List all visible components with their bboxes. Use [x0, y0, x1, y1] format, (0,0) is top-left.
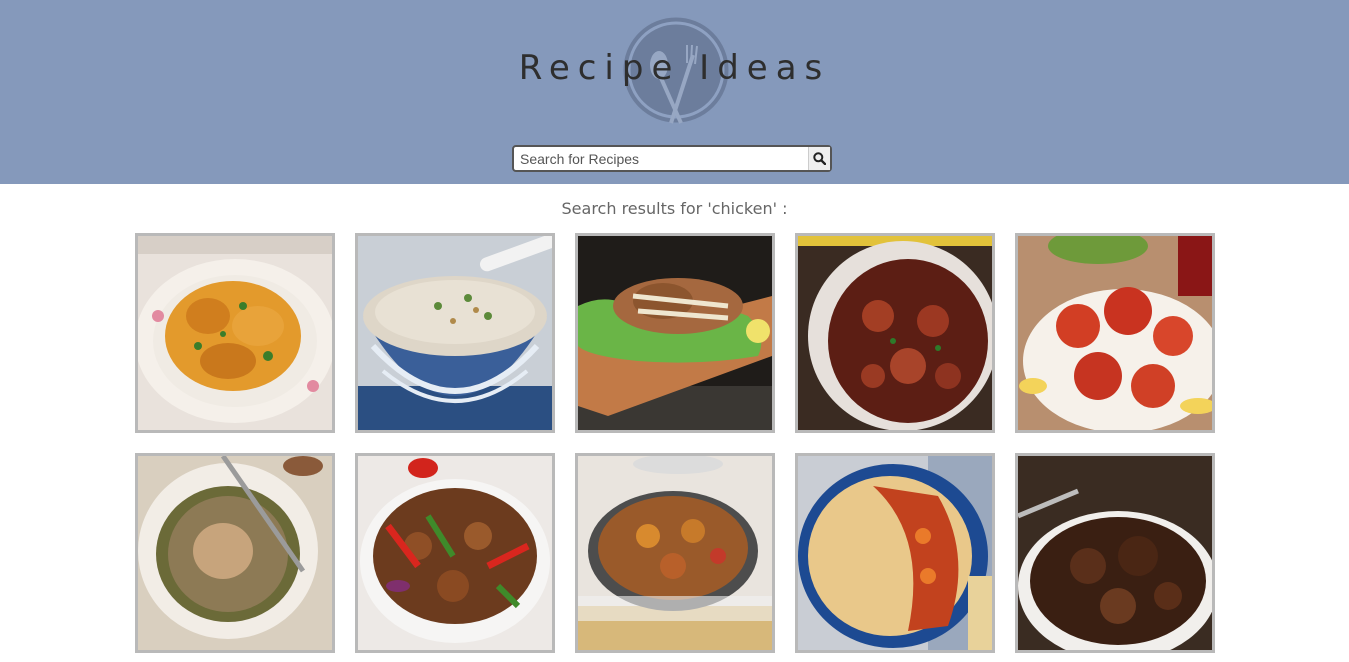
search-input[interactable]: [514, 147, 808, 170]
recipe-photo: [1018, 236, 1212, 430]
search-icon: [813, 152, 826, 165]
recipe-photo: [358, 236, 552, 430]
recipe-card[interactable]: [135, 453, 335, 653]
site-header: Recipe Ideas: [0, 0, 1349, 184]
site-title: Recipe Ideas: [518, 48, 831, 88]
recipe-card[interactable]: [1015, 233, 1215, 433]
recipe-photo: [578, 236, 772, 430]
recipe-photo: [1018, 456, 1212, 650]
results-heading: Search results for 'chicken' :: [561, 199, 788, 218]
recipe-grid: [135, 233, 1215, 653]
recipe-card[interactable]: [575, 233, 775, 433]
recipe-photo: [798, 456, 992, 650]
recipe-card[interactable]: [1015, 453, 1215, 653]
recipe-card[interactable]: [795, 453, 995, 653]
recipe-card[interactable]: [135, 233, 335, 433]
recipe-card[interactable]: [795, 233, 995, 433]
recipe-photo: [358, 456, 552, 650]
recipe-photo: [578, 456, 772, 650]
search-bar: [512, 145, 832, 172]
search-button[interactable]: [808, 147, 830, 170]
recipe-photo: [138, 456, 332, 650]
recipe-card[interactable]: [355, 233, 555, 433]
recipe-photo: [798, 236, 992, 430]
recipe-card[interactable]: [355, 453, 555, 653]
recipe-card[interactable]: [575, 453, 775, 653]
recipe-photo: [138, 236, 332, 430]
